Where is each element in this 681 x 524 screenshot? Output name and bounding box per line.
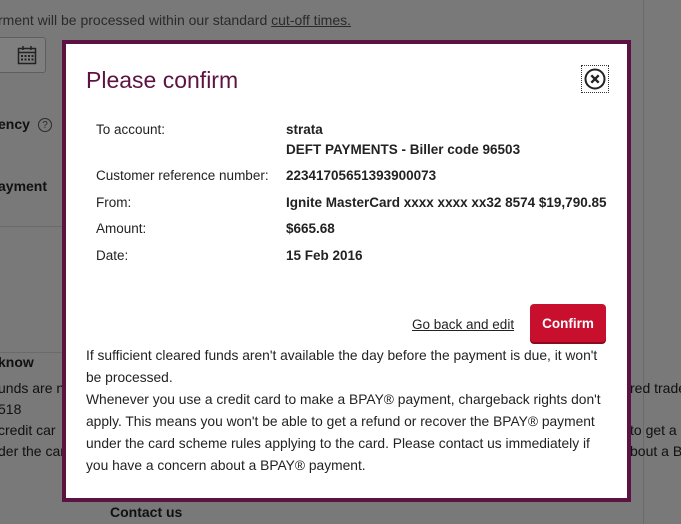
amount-label: Amount:	[96, 221, 147, 236]
date-label: Date:	[96, 248, 129, 263]
biller-value: DEFT PAYMENTS - Biller code 96503	[286, 142, 521, 157]
amount-value: $665.68	[286, 221, 335, 236]
customer-reference-value: 22341705651393900073	[286, 168, 437, 183]
chargeback-notice: Whenever you use a credit card to make a…	[86, 392, 601, 473]
funds-notice: If sufficient cleared funds aren't avail…	[86, 348, 598, 385]
close-circle-icon	[584, 68, 606, 90]
to-account-value: strata	[286, 122, 323, 137]
confirm-button[interactable]: Confirm	[530, 304, 606, 342]
close-button[interactable]	[581, 65, 609, 93]
from-value: Ignite MasterCard xxxx xxxx xx32 8574 $1…	[286, 195, 607, 210]
to-account-label: To account:	[96, 122, 166, 137]
dialog-title: Please confirm	[86, 67, 239, 93]
go-back-and-edit-link[interactable]: Go back and edit	[412, 317, 514, 332]
customer-reference-label: Customer reference number:	[96, 168, 269, 183]
confirm-dialog: Please confirm To account: strata DEFT P…	[62, 40, 631, 502]
date-value: 15 Feb 2016	[286, 248, 363, 263]
from-label: From:	[96, 195, 132, 210]
